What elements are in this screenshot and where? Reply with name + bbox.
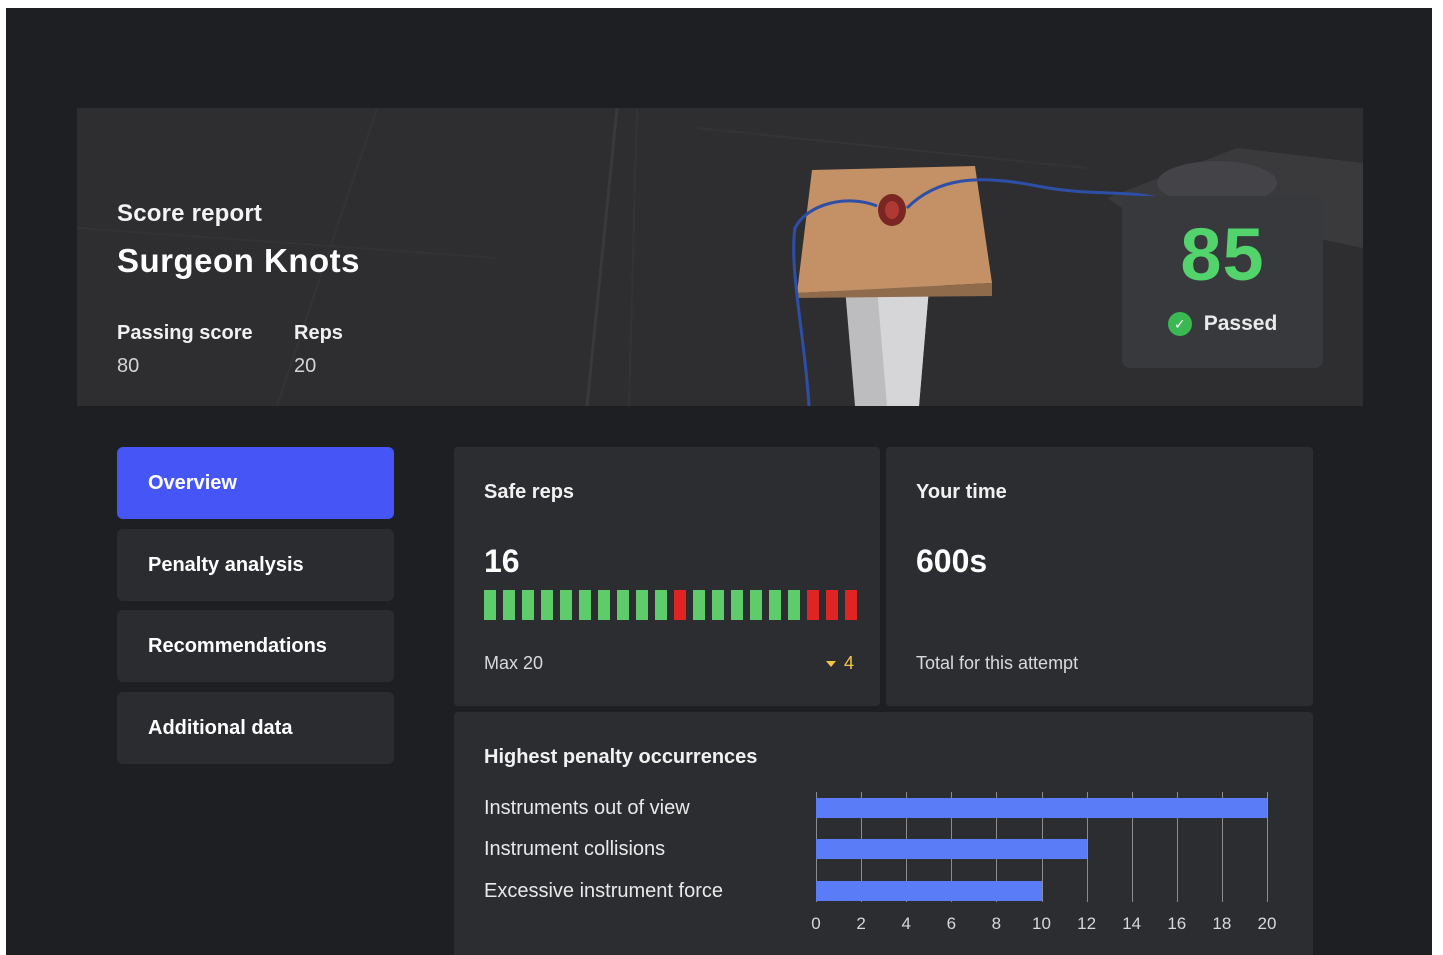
reps-label: Reps bbox=[294, 322, 343, 344]
rep-segment-safe bbox=[750, 590, 762, 620]
your-time-value: 600s bbox=[916, 543, 988, 579]
rep-segment-unsafe bbox=[807, 590, 819, 620]
penalty-bar bbox=[816, 881, 1042, 901]
penalty-occurrences-card: Highest penalty occurrences 0 2 4 6 8 10 12 14 1… bbox=[454, 712, 1313, 955]
x-tick-label: 18 bbox=[1212, 914, 1232, 933]
x-tick-label: 2 bbox=[856, 914, 866, 933]
rep-segment-safe bbox=[484, 590, 496, 620]
safe-reps-title: Safe reps bbox=[484, 481, 575, 503]
reps-group: Reps 20 bbox=[294, 322, 343, 378]
score-report-label: Score report bbox=[117, 200, 263, 227]
max-reps-label: Max 20 bbox=[484, 653, 544, 673]
rep-segment-safe bbox=[731, 590, 743, 620]
rep-segment-safe bbox=[560, 590, 572, 620]
reps-value: 20 bbox=[294, 355, 317, 377]
rep-segment-safe bbox=[503, 590, 515, 620]
x-tick-label: 0 bbox=[811, 914, 821, 933]
rep-segment-safe bbox=[636, 590, 648, 620]
rep-segment-unsafe bbox=[845, 590, 857, 620]
down-arrow-icon bbox=[825, 660, 836, 667]
x-tick-label: 6 bbox=[946, 914, 957, 933]
score-report-header: Score report Surgeon Knots Passing score… bbox=[77, 108, 1363, 406]
nav-penalty-analysis-label: Penalty analysis bbox=[148, 553, 304, 576]
x-tick-label: 4 bbox=[901, 914, 911, 933]
rep-segment-safe bbox=[788, 590, 800, 620]
penalty-bar bbox=[816, 839, 1087, 859]
check-icon: ✓ bbox=[1167, 312, 1192, 336]
penalty-label: Instruments out of view bbox=[484, 797, 690, 819]
score-value: 85 bbox=[1180, 213, 1265, 296]
nav-additional-data-label: Additional data bbox=[148, 716, 293, 739]
course-title: Surgeon Knots bbox=[117, 242, 360, 279]
rep-segment-safe bbox=[598, 590, 610, 620]
safe-reps-card: Safe reps 16 Max 20 4 bbox=[454, 447, 880, 706]
nav-penalty-analysis-button[interactable]: Penalty analysis bbox=[117, 529, 394, 601]
rep-segment-safe bbox=[579, 590, 591, 620]
rep-segment-unsafe bbox=[826, 590, 838, 620]
x-tick-label: 8 bbox=[991, 914, 1002, 933]
x-tick-label: 20 bbox=[1257, 914, 1277, 933]
nav-additional-data-button[interactable]: Additional data bbox=[117, 692, 394, 764]
x-tick-label: 10 bbox=[1032, 914, 1051, 933]
reps-indicator bbox=[484, 590, 857, 620]
status-text: Passed bbox=[1203, 312, 1278, 335]
penalty-bar bbox=[816, 798, 1267, 818]
x-tick-label: 12 bbox=[1077, 914, 1097, 933]
penalty-label: Excessive instrument force bbox=[484, 880, 723, 902]
nav-overview-button[interactable]: Overview bbox=[117, 447, 394, 519]
your-time-card: Your time 600s Total for this attempt bbox=[886, 447, 1313, 706]
x-tick-label: 16 bbox=[1167, 914, 1187, 933]
your-time-caption: Total for this attempt bbox=[916, 653, 1079, 673]
unsafe-reps-count: 4 bbox=[843, 653, 854, 673]
status-badge: ✓ Passed bbox=[1122, 312, 1323, 336]
passing-score-label: Passing score bbox=[117, 322, 253, 344]
nav-recommendations-button[interactable]: Recommendations bbox=[117, 610, 394, 682]
penalty-label: Instrument collisions bbox=[484, 838, 666, 860]
rep-segment-safe bbox=[693, 590, 705, 620]
nav-recommendations-label: Recommendations bbox=[148, 634, 327, 657]
grid-line bbox=[1267, 792, 1268, 902]
passing-score-value: 80 bbox=[117, 355, 140, 377]
rep-segment-safe bbox=[712, 590, 724, 620]
rep-segment-safe bbox=[655, 590, 667, 620]
penalty-title: Highest penalty occurrences bbox=[484, 746, 758, 768]
rep-segment-safe bbox=[769, 590, 781, 620]
rep-segment-safe bbox=[541, 590, 553, 620]
safe-reps-value: 16 bbox=[484, 543, 520, 579]
x-tick-label: 14 bbox=[1122, 914, 1142, 933]
rep-segment-unsafe bbox=[674, 590, 686, 620]
score-card: 85 ✓ Passed bbox=[1122, 196, 1323, 368]
unsafe-reps-delta: 4 bbox=[825, 653, 854, 674]
passing-score-group: Passing score 80 bbox=[117, 322, 253, 378]
rep-segment-safe bbox=[617, 590, 629, 620]
rep-segment-safe bbox=[522, 590, 534, 620]
nav-overview-label: Overview bbox=[148, 471, 237, 494]
your-time-title: Your time bbox=[916, 481, 1007, 503]
